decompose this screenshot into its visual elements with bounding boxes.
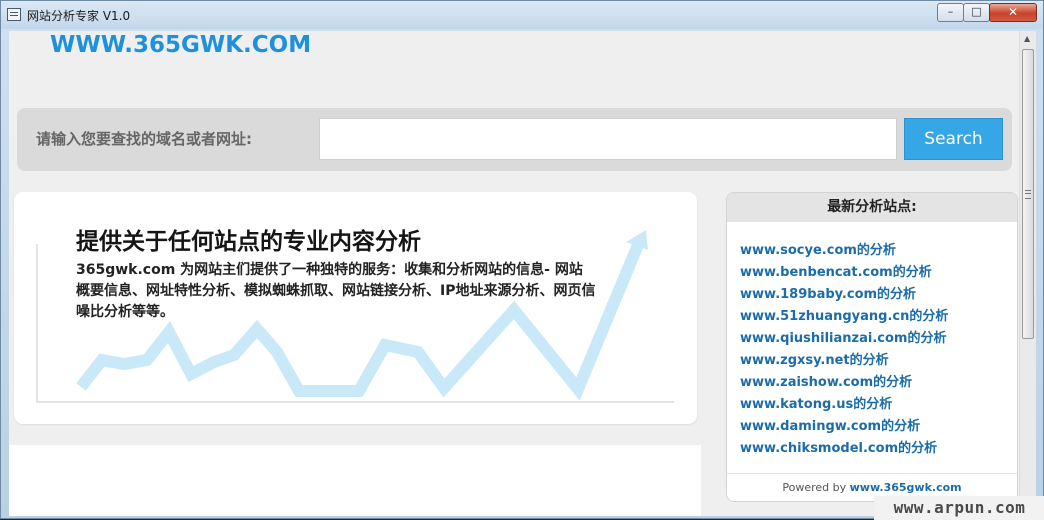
- maximize-button[interactable]: □: [963, 3, 990, 22]
- search-bar: 请输入您要查找的域名或者网址: Search: [17, 108, 1012, 171]
- recent-site-link[interactable]: www.damingw.com的分析: [740, 415, 948, 437]
- watermark: www.arpun.com: [874, 496, 1044, 520]
- scroll-thumb[interactable]: [1022, 49, 1034, 339]
- search-label: 请输入您要查找的域名或者网址:: [36, 130, 253, 148]
- app-icon[interactable]: [7, 8, 21, 21]
- site-logo[interactable]: WWW.365GWK.COM: [50, 32, 311, 58]
- title-bar[interactable]: 网站分析专家 V1.0 – □ ✕: [1, 1, 1043, 29]
- window-title: 网站分析专家 V1.0: [27, 9, 131, 23]
- recent-site-link[interactable]: www.qiushilianzai.com的分析: [740, 327, 948, 349]
- recent-site-link[interactable]: www.189baby.com的分析: [740, 283, 948, 305]
- recent-site-link[interactable]: www.zgxsy.net的分析: [740, 349, 948, 371]
- lower-content-panel: [9, 445, 701, 516]
- scroll-up-icon[interactable]: ▲: [1024, 34, 1030, 43]
- feature-description: 365gwk.com 为网站主们提供了一种独特的服务：收集和分析网站的信息- 网…: [76, 262, 596, 320]
- recent-site-link[interactable]: www.chiksmodel.com的分析: [740, 437, 948, 459]
- recent-site-link[interactable]: www.zaishow.com的分析: [740, 371, 948, 393]
- application-window: 网站分析专家 V1.0 – □ ✕ WWW.365GWK.COM 请输入您要查找…: [0, 0, 1044, 520]
- recent-site-link[interactable]: www.socye.com的分析: [740, 239, 948, 261]
- search-button[interactable]: Search: [904, 118, 1003, 160]
- search-input[interactable]: [319, 118, 897, 160]
- grip-icon: [1025, 190, 1031, 199]
- feature-panel: 提供关于任何站点的专业内容分析 365gwk.com 为网站主们提供了一种独特的…: [14, 192, 697, 424]
- recent-site-link[interactable]: www.benbencat.com的分析: [740, 261, 948, 283]
- powered-by-label: Powered by: [782, 481, 850, 494]
- recent-site-link[interactable]: www.katong.us的分析: [740, 393, 948, 415]
- recent-sites-panel: 最新分析站点: www.socye.com的分析 www.benbencat.c…: [726, 192, 1018, 502]
- close-button[interactable]: ✕: [989, 3, 1037, 22]
- powered-by-link[interactable]: www.365gwk.com: [850, 481, 962, 494]
- main-content: WWW.365GWK.COM 请输入您要查找的域名或者网址: Search 提供…: [9, 31, 1019, 516]
- recent-site-link[interactable]: www.51zhuangyang.cn的分析: [740, 305, 948, 327]
- minimize-button[interactable]: –: [937, 3, 964, 22]
- feature-title: 提供关于任何站点的专业内容分析: [76, 229, 421, 255]
- vertical-scrollbar[interactable]: ▲ ▼: [1019, 31, 1036, 516]
- recent-sites-title: 最新分析站点:: [727, 193, 1017, 222]
- recent-sites-list: www.socye.com的分析 www.benbencat.com的分析 ww…: [740, 239, 948, 459]
